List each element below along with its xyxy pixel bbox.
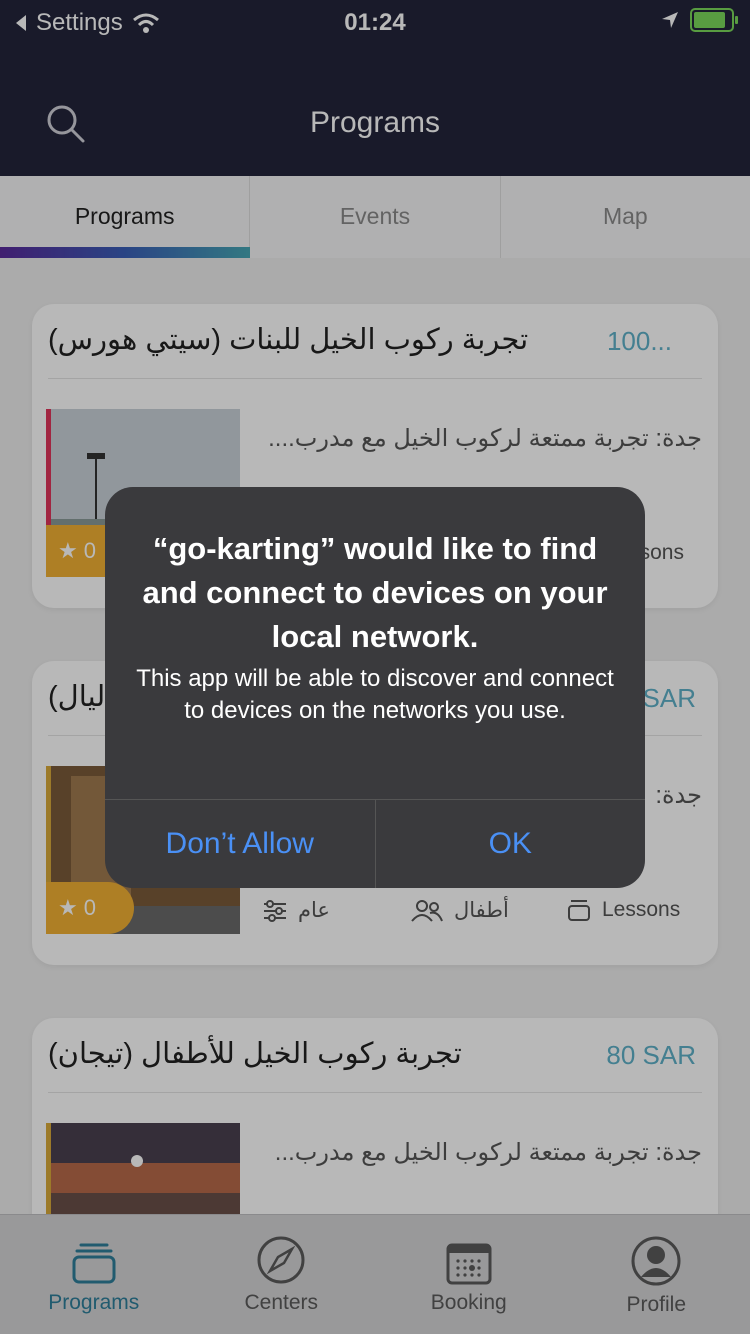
dont-allow-button[interactable]: Don’t Allow [105, 800, 376, 888]
local-network-permission-alert: “go-karting” would like to find and conn… [105, 487, 645, 888]
alert-message: This app will be able to discover and co… [136, 665, 614, 724]
ok-button[interactable]: OK [376, 800, 646, 888]
alert-buttons: Don’t Allow OK [105, 799, 645, 888]
alert-title: “go-karting” would like to find and conn… [142, 531, 608, 654]
